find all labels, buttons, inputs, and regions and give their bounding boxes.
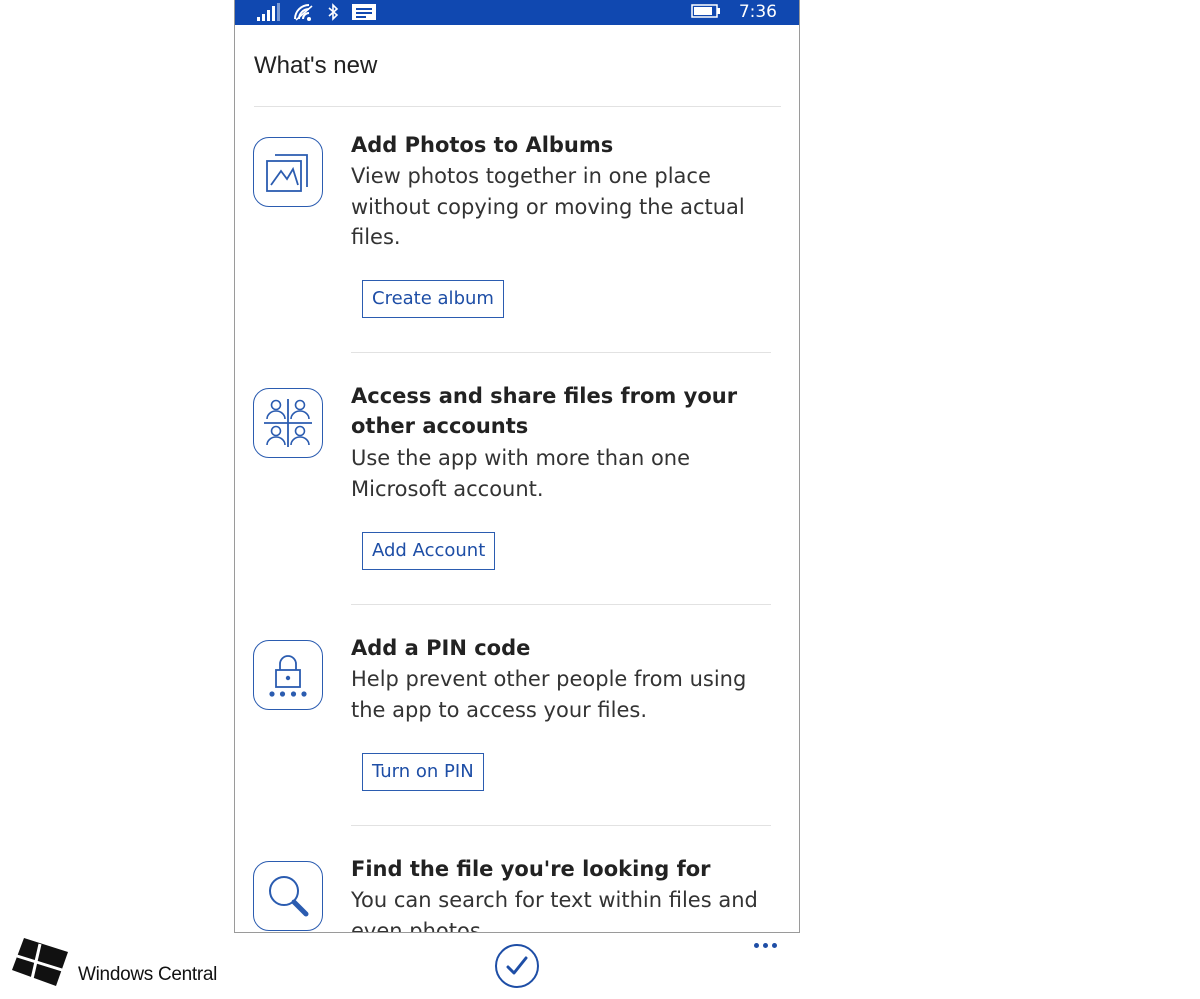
checkmark-button[interactable]	[495, 944, 539, 988]
title-divider	[254, 106, 781, 107]
watermark: Windows Central	[12, 938, 217, 988]
bluetooth-icon	[327, 3, 339, 25]
turn-on-pin-button[interactable]: Turn on PIN	[362, 753, 484, 791]
feature-title: Find the file you're looking for	[351, 857, 711, 881]
windows-logo-icon	[12, 938, 68, 986]
feature-description: Use the app with more than one Microsoft…	[351, 446, 691, 501]
feature-title: Add Photos to Albums	[351, 133, 614, 157]
search-icon	[253, 861, 323, 931]
lock-icon	[253, 640, 323, 710]
more-dot	[754, 943, 759, 948]
wifi-icon	[293, 3, 315, 25]
feature-description: Help prevent other people from using the…	[351, 667, 747, 722]
create-album-button[interactable]: Create album	[362, 280, 504, 318]
album-icon	[253, 137, 323, 207]
phone-screen: 7:36 What's new Add Photos to Albums Vie…	[234, 0, 800, 933]
watermark-text: Windows Central	[78, 964, 218, 985]
feature-description: View photos together in one place withou…	[351, 164, 745, 249]
checkmark-icon	[506, 956, 528, 975]
feature-divider	[351, 825, 771, 826]
more-button[interactable]	[752, 941, 779, 950]
battery-icon	[691, 3, 721, 22]
feature-title: Add a PIN code	[351, 636, 531, 660]
status-time: 7:36	[738, 2, 777, 22]
accounts-icon	[253, 388, 323, 458]
feature-description: You can search for text within files and…	[351, 888, 758, 933]
feature-divider	[351, 604, 771, 605]
feature-divider	[351, 352, 771, 353]
status-bar: 7:36	[235, 0, 799, 25]
feature-title: Access and share files from your other a…	[351, 384, 738, 438]
more-dot	[763, 943, 768, 948]
more-dot	[772, 943, 777, 948]
message-icon	[351, 3, 377, 25]
add-account-button[interactable]: Add Account	[362, 532, 496, 570]
signal-icon	[257, 3, 281, 25]
page-title: What's new	[254, 52, 378, 79]
